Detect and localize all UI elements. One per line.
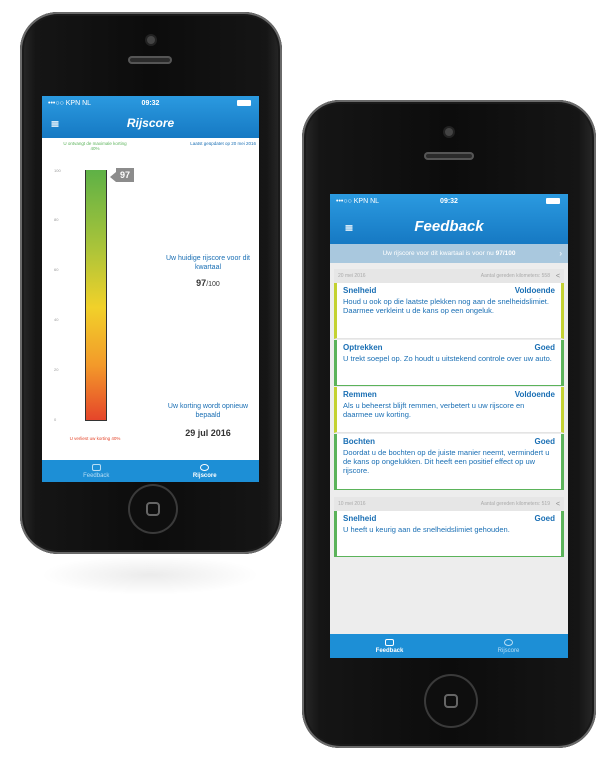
- legend-max-discount: U ontvangt de maximale korting 40%: [63, 141, 127, 151]
- current-score: 97/100: [162, 278, 254, 288]
- gauge-icon: [200, 463, 210, 471]
- card-text: Doordat u de bochten op de juiste manier…: [343, 448, 550, 475]
- last-updated-label: Laatst geüpdatet op 20 mei 2016: [190, 141, 256, 146]
- phone-rijscore: •••○○ KPN NL 09:32 Rijscore U ontvangt d…: [20, 12, 282, 554]
- camera-icon: [445, 128, 453, 136]
- chevron-right-icon: ›: [559, 249, 562, 258]
- y-tick: 60: [54, 267, 59, 272]
- tab-label: Feedback: [83, 472, 110, 479]
- day-date: 20 mei 2016: [338, 273, 366, 279]
- card-rating: Goed: [534, 343, 555, 352]
- tab-bar: Feedback Rijscore: [42, 460, 259, 482]
- tab-feedback[interactable]: Feedback: [330, 634, 449, 658]
- nav-bar: Feedback: [330, 210, 568, 244]
- day-header: 20 mei 2016 Aantal gereden kilometers: 5…: [334, 269, 564, 283]
- reset-date: 29 jul 2016: [185, 428, 231, 438]
- battery-icon: [237, 100, 251, 106]
- phone-reflection: [40, 555, 260, 595]
- y-tick: 0: [54, 417, 57, 422]
- card-text: U trekt soepel op. Zo houdt u uitstekend…: [343, 354, 552, 363]
- banner-score: 97/100: [495, 250, 516, 257]
- chat-icon: [385, 638, 394, 646]
- tab-bar: Feedback Rijscore: [330, 634, 568, 658]
- card-text: Als u beheerst blijft remmen, verbetert …: [343, 401, 525, 419]
- card-rating: Goed: [534, 437, 555, 446]
- chat-icon: [91, 463, 101, 471]
- tab-rijscore[interactable]: Rijscore: [449, 634, 568, 658]
- card-title: Bochten: [343, 437, 375, 446]
- share-icon[interactable]: <: [556, 501, 560, 508]
- card-title: Optrekken: [343, 343, 383, 352]
- home-button[interactable]: [426, 676, 476, 726]
- y-tick: 100: [54, 168, 61, 173]
- battery-icon: [546, 198, 560, 204]
- card-text: U heeft u keurig aan de snelheidslimiet …: [343, 525, 510, 534]
- current-score-max: /100: [206, 281, 220, 288]
- day-header: 10 mei 2016 Aantal gereden kilometers: 5…: [334, 497, 564, 511]
- home-button[interactable]: [130, 486, 176, 532]
- card-rating: Goed: [534, 514, 555, 523]
- feedback-card[interactable]: Bochten Goed Doordat u de bochten op de …: [334, 434, 564, 490]
- page-title: Feedback: [414, 218, 484, 235]
- tab-rijscore[interactable]: Rijscore: [151, 460, 260, 482]
- tab-label: Rijscore: [497, 647, 520, 654]
- y-tick: 20: [54, 367, 59, 372]
- feedback-screen: •••○○ KPN NL 09:32 Feedback Uw rijscore …: [330, 194, 568, 658]
- feedback-list[interactable]: 20 mei 2016 Aantal gereden kilometers: 5…: [330, 263, 568, 634]
- tab-label: Rijscore: [192, 472, 217, 479]
- gauge-icon: [504, 638, 513, 646]
- banner-text: Uw rijscore voor dit kwartaal is voor nu: [382, 250, 494, 257]
- clock: 09:32: [141, 99, 160, 107]
- card-rating: Voldoende: [514, 286, 555, 295]
- clock: 09:32: [440, 197, 458, 205]
- top-bar: •••○○ KPN NL 09:32 Feedback: [330, 194, 568, 244]
- status-bar: •••○○ KPN NL 09:32: [42, 96, 259, 110]
- feedback-card[interactable]: Optrekken Goed U trekt soepel op. Zo hou…: [334, 340, 564, 386]
- current-score-label: Uw huidige rijscore voor dit kwartaal: [165, 255, 251, 271]
- score-gauge: [85, 170, 107, 421]
- day-date: 10 mei 2016: [338, 501, 366, 507]
- feedback-card[interactable]: Snelheid Voldoende Houd u ook op die laa…: [334, 283, 564, 339]
- current-score-value: 97: [196, 278, 207, 288]
- score-banner[interactable]: Uw rijscore voor dit kwartaal is voor nu…: [330, 244, 568, 263]
- day-km: Aantal gereden kilometers: 558: [480, 273, 550, 279]
- tab-feedback[interactable]: Feedback: [42, 460, 151, 482]
- feedback-card[interactable]: Remmen Voldoende Als u beheerst blijft r…: [334, 387, 564, 433]
- card-title: Snelheid: [343, 514, 377, 523]
- speaker-grille: [424, 152, 474, 160]
- tab-label: Feedback: [375, 647, 404, 654]
- y-tick: 80: [54, 217, 59, 222]
- speaker-grille: [128, 56, 172, 64]
- reset-label: Uw korting wordt opnieuw bepaald: [167, 403, 249, 419]
- y-tick: 40: [54, 317, 59, 322]
- camera-icon: [147, 36, 155, 44]
- top-bar: •••○○ KPN NL 09:32 Rijscore: [42, 96, 259, 138]
- nav-bar: Rijscore: [42, 110, 259, 138]
- page-title: Rijscore: [126, 116, 175, 130]
- share-icon[interactable]: <: [556, 273, 560, 280]
- score-badge: 97: [109, 168, 135, 182]
- day-km: Aantal gereden kilometers: 519: [480, 501, 550, 507]
- card-text: Houd u ook op die laatste plekken nog aa…: [343, 297, 549, 315]
- feedback-card[interactable]: Snelheid Goed U heeft u keurig aan de sn…: [334, 511, 564, 557]
- rijscore-screen: •••○○ KPN NL 09:32 Rijscore U ontvangt d…: [42, 96, 259, 482]
- phone-feedback: •••○○ KPN NL 09:32 Feedback Uw rijscore …: [302, 100, 596, 748]
- legend-lose-discount: U verliest uw korting 40%: [69, 436, 121, 441]
- card-rating: Voldoende: [514, 390, 555, 399]
- status-bar: •••○○ KPN NL 09:32: [330, 194, 568, 208]
